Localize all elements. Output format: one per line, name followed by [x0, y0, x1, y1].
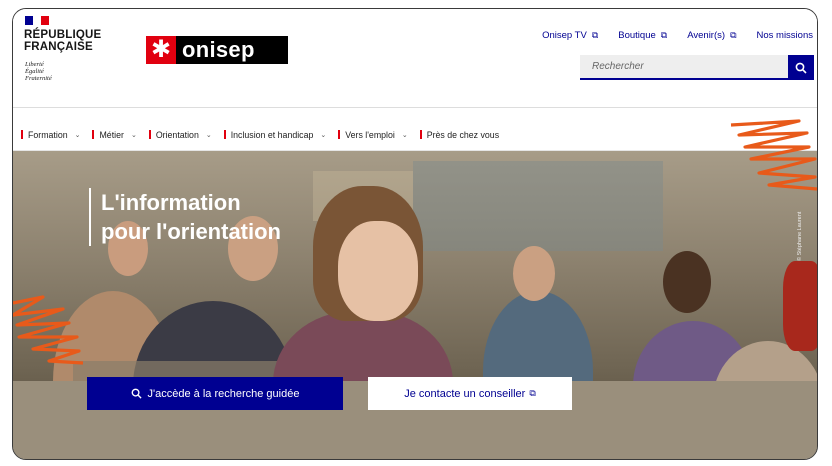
nav-marker — [223, 130, 226, 139]
nav-item-pres-de-chez-vous[interactable]: Près de chez vous — [419, 129, 500, 140]
onisep-star-icon: ✱ — [146, 36, 176, 64]
search-icon — [795, 62, 807, 74]
nav-item-label: Vers l'emploi — [345, 129, 395, 140]
republic-motto: Liberté Égalité Fraternité — [25, 61, 52, 82]
top-link-onisep-tv[interactable]: Onisep TV ⧉ — [542, 30, 598, 41]
orange-scribble-decoration — [13, 295, 84, 365]
top-link-boutique[interactable]: Boutique ⧉ — [618, 30, 667, 41]
top-links: Onisep TV ⧉ Boutique ⧉ Avenir(s) ⧉ Nos m… — [542, 30, 813, 41]
nav-marker — [338, 130, 341, 139]
chevron-down-icon: ⌄ — [320, 131, 327, 139]
hero-banner: L'information pour l'orientation © Stéph… — [13, 151, 817, 459]
search-button[interactable] — [788, 55, 814, 80]
hero-headline-line-2: pour l'orientation — [101, 219, 281, 244]
photo-credit: © Stéphane Laurent — [797, 211, 803, 261]
republique-francaise-logo[interactable]: RÉPUBLIQUE FRANÇAISE — [24, 29, 101, 53]
hero-headline-line-1: L'information — [101, 190, 241, 215]
onisep-wordmark: onisep — [182, 37, 255, 62]
chevron-down-icon: ⌄ — [401, 131, 408, 139]
nav-item-label: Près de chez vous — [426, 129, 500, 140]
orange-scribble-decoration — [730, 119, 817, 191]
nav-item-metier[interactable]: Métier ⌄ — [92, 129, 137, 140]
nav-item-formation[interactable]: Formation ⌄ — [21, 130, 80, 140]
hero-photo-student — [783, 261, 817, 351]
french-flag-icon — [25, 16, 49, 25]
top-link-nos-missions[interactable]: Nos missions — [757, 30, 814, 41]
hero-photo-student — [513, 246, 555, 301]
nav-item-label: Inclusion et handicap — [230, 129, 314, 140]
external-link-icon: ⧉ — [529, 388, 536, 398]
top-link-label: Boutique — [618, 30, 656, 41]
motto-line-2: Égalité — [25, 68, 44, 75]
chevron-down-icon: ⌄ — [205, 131, 212, 139]
nav-item-label: Orientation — [155, 129, 199, 140]
top-link-avenirs[interactable]: Avenir(s) ⧉ — [687, 30, 736, 41]
nav-marker — [92, 130, 95, 139]
nav-marker — [21, 130, 23, 139]
contact-advisor-label: Je contacte un conseiller — [404, 387, 526, 400]
rf-line-1: RÉPUBLIQUE — [24, 29, 102, 41]
guided-search-button[interactable]: J'accède à la recherche guidée — [87, 377, 343, 410]
rf-line-2: FRANÇAISE — [24, 41, 93, 53]
top-link-label: Nos missions — [756, 30, 814, 41]
nav-item-orientation[interactable]: Orientation ⌄ — [148, 129, 212, 140]
motto-line-1: Liberté — [25, 61, 44, 68]
nav-item-inclusion-handicap[interactable]: Inclusion et handicap ⌄ — [223, 129, 327, 140]
top-link-label: Avenir(s) — [687, 30, 726, 41]
motto-line-3: Fraternité — [25, 75, 52, 82]
chevron-down-icon: ⌄ — [74, 131, 81, 139]
site-header: RÉPUBLIQUE FRANÇAISE Liberté Égalité Fra… — [13, 9, 817, 119]
nav-item-vers-emploi[interactable]: Vers l'emploi ⌄ — [338, 129, 408, 140]
browser-frame: RÉPUBLIQUE FRANÇAISE Liberté Égalité Fra… — [12, 8, 818, 460]
hero-headline: L'information pour l'orientation — [89, 188, 281, 246]
nav-marker — [148, 130, 151, 139]
hero-photo-board — [413, 161, 663, 251]
onisep-logo[interactable]: ✱ onisep — [146, 36, 288, 64]
external-link-icon: ⧉ — [730, 30, 737, 40]
search-bar — [580, 55, 814, 80]
hero-photo-student — [663, 251, 711, 313]
header-divider — [13, 107, 817, 108]
external-link-icon: ⧉ — [591, 30, 599, 40]
guided-search-label: J'accède à la recherche guidée — [147, 387, 300, 400]
hero-photo-main-student — [338, 221, 418, 321]
external-link-icon: ⧉ — [660, 30, 668, 40]
search-input[interactable] — [580, 55, 788, 80]
nav-item-label: Métier — [99, 129, 124, 140]
nav-marker — [419, 130, 422, 139]
contact-advisor-button[interactable]: Je contacte un conseiller ⧉ — [368, 377, 572, 410]
main-navigation: Formation ⌄ Métier ⌄ Orientation ⌄ Inclu… — [13, 119, 817, 151]
chevron-down-icon: ⌄ — [130, 131, 137, 139]
top-link-label: Onisep TV — [542, 30, 587, 41]
nav-item-label: Formation — [28, 129, 68, 140]
search-icon — [131, 388, 142, 399]
